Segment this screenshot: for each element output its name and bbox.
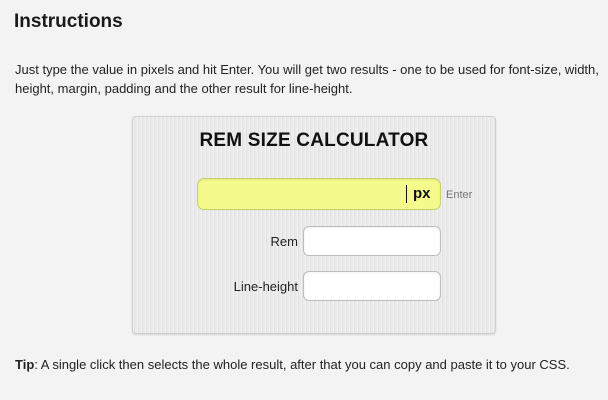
tip-label: Tip xyxy=(15,357,35,372)
instructions-text: Just type the value in pixels and hit En… xyxy=(15,62,599,96)
tip-text: Tip: A single click then selects the who… xyxy=(15,355,600,374)
rem-label: Rem xyxy=(270,234,298,249)
enter-hint: Enter xyxy=(446,189,473,201)
tip-body: : A single click then selects the whole … xyxy=(34,357,570,372)
page-title: Instructions xyxy=(14,11,123,32)
line-height-result-field[interactable] xyxy=(303,271,441,301)
line-height-label: Line-height xyxy=(233,279,298,294)
px-unit-label: px xyxy=(413,185,431,202)
pixel-value-input[interactable] xyxy=(197,178,441,210)
rem-result-field[interactable] xyxy=(303,226,441,256)
rem-calculator-panel: REM SIZE CALCULATOR px Enter Rem Line-he… xyxy=(132,116,496,334)
text-caret xyxy=(406,185,407,203)
calculator-title: REM SIZE CALCULATOR xyxy=(199,130,429,151)
